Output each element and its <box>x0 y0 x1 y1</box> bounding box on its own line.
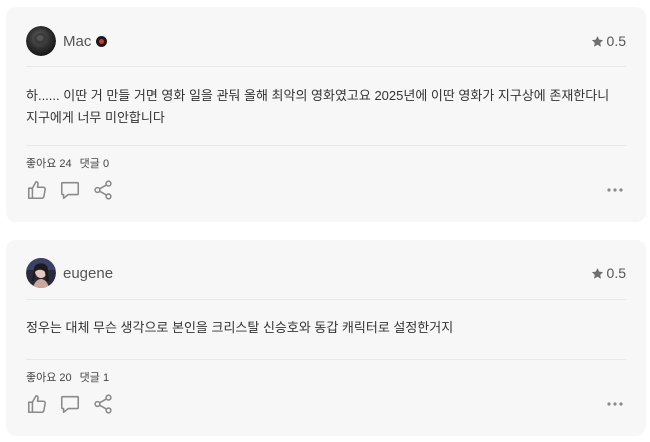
action-group <box>26 393 125 415</box>
divider <box>26 145 626 146</box>
divider <box>26 359 626 360</box>
action-bar <box>26 393 624 415</box>
like-count: 좋아요 20 <box>26 372 72 384</box>
share-button[interactable] <box>92 179 114 201</box>
like-count: 좋아요 24 <box>26 158 72 170</box>
more-dots-icon <box>607 188 623 192</box>
review-text: 정우는 대체 무슨 생각으로 본인을 크리스탈 신승호와 동갑 캐릭터로 설정한… <box>26 320 454 335</box>
username[interactable]: Mac <box>63 33 91 50</box>
share-icon <box>94 180 112 200</box>
review-card: Mac 0.5 하...... 이딴 거 만들 거면 영화 일을 관둬 올해 최… <box>6 7 646 222</box>
rating: 0.5 <box>591 33 626 49</box>
action-group <box>26 179 125 201</box>
like-button[interactable] <box>26 393 48 415</box>
comment-button[interactable] <box>59 393 81 415</box>
comment-count: 댓글 0 <box>79 158 110 170</box>
comment-button[interactable] <box>59 179 81 201</box>
review-stats: 좋아요 20 댓글 1 <box>26 369 117 385</box>
thumbs-up-icon <box>27 394 46 414</box>
action-bar <box>26 179 624 201</box>
comment-bubble-icon <box>60 181 80 200</box>
rating-value: 0.5 <box>606 265 626 281</box>
rating-value: 0.5 <box>606 33 626 49</box>
avatar[interactable] <box>26 258 56 288</box>
rating: 0.5 <box>591 265 626 281</box>
more-dots-icon <box>607 402 623 406</box>
star-icon <box>591 267 603 279</box>
divider <box>26 66 626 67</box>
review-header: Mac 0.5 <box>26 11 626 71</box>
like-button[interactable] <box>26 179 48 201</box>
review-header: eugene 0.5 <box>26 243 626 303</box>
star-icon <box>591 35 603 47</box>
more-options-button[interactable] <box>606 401 624 407</box>
share-button[interactable] <box>92 393 114 415</box>
user-badge-icon <box>96 35 108 47</box>
review-stats: 좋아요 24 댓글 0 <box>26 155 117 171</box>
username[interactable]: eugene <box>63 265 113 282</box>
user-info[interactable]: Mac <box>26 26 108 56</box>
user-info[interactable]: eugene <box>26 258 113 288</box>
comment-bubble-icon <box>60 395 80 414</box>
thumbs-up-icon <box>27 180 46 200</box>
comment-count: 댓글 1 <box>79 372 110 384</box>
avatar[interactable] <box>26 26 56 56</box>
more-options-button[interactable] <box>606 187 624 193</box>
share-icon <box>94 394 112 414</box>
divider <box>26 299 626 300</box>
review-card: eugene 0.5 정우는 대체 무슨 생각으로 본인을 크리스탈 신승호와 … <box>6 240 646 436</box>
review-text: 하...... 이딴 거 만들 거면 영화 일을 관둬 올해 최악의 영화였고요… <box>26 88 610 125</box>
